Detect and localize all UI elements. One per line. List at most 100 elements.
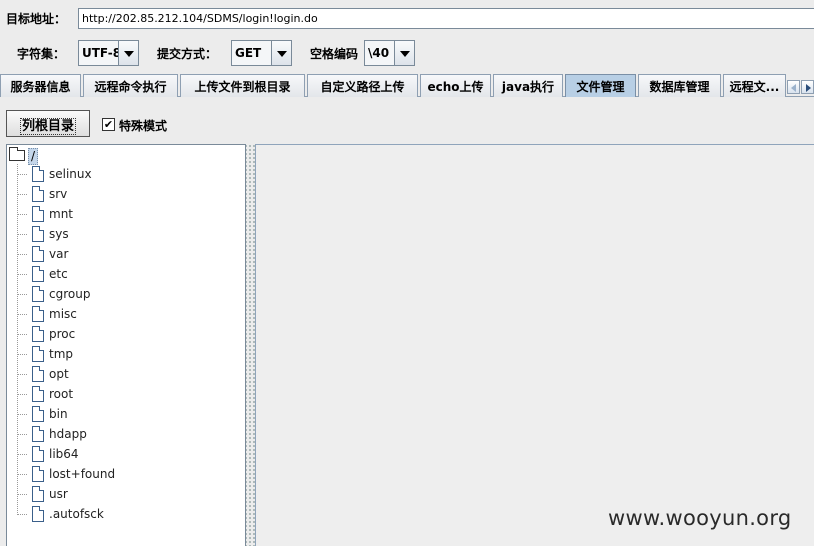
tree-item[interactable]: tmp — [17, 345, 237, 365]
tree-item-label: proc — [49, 327, 76, 341]
file-icon — [32, 366, 44, 382]
tab-custom-path-upload[interactable]: 自定义路径上传 — [307, 74, 418, 97]
tree-connector — [17, 414, 27, 415]
tree-connector — [17, 374, 27, 375]
tree-connector — [17, 394, 27, 395]
tree-item[interactable]: .autofsck — [17, 505, 237, 525]
tab-echo-upload[interactable]: echo上传 — [420, 74, 491, 97]
file-icon — [32, 326, 44, 342]
tree-item[interactable]: lost+found — [17, 465, 237, 485]
space-encoding-select[interactable]: \40 — [364, 40, 415, 66]
tab-database-manager[interactable]: 数据库管理 — [638, 74, 721, 97]
tree-connector — [17, 354, 27, 355]
file-icon — [32, 406, 44, 422]
tree-item-label: var — [49, 247, 69, 261]
tree-item-label: lost+found — [49, 467, 116, 481]
file-icon — [32, 386, 44, 402]
tree-item-label: usr — [49, 487, 68, 501]
tree-item-label: sys — [49, 227, 69, 241]
file-icon — [32, 486, 44, 502]
tree-connector — [17, 334, 27, 335]
file-icon — [32, 446, 44, 462]
tab-bar: 服务器信息 远程命令执行 上传文件到根目录 自定义路径上传 echo上传 jav… — [0, 74, 814, 97]
tree-connector — [17, 274, 27, 275]
tab-remote-file[interactable]: 远程文... — [723, 74, 786, 97]
tab-file-manager[interactable]: 文件管理 — [565, 74, 636, 97]
tree-item[interactable]: misc — [17, 305, 237, 325]
tree-item[interactable]: proc — [17, 325, 237, 345]
tab-server-info[interactable]: 服务器信息 — [0, 74, 81, 97]
tree-item[interactable]: var — [17, 245, 237, 265]
file-icon — [32, 266, 44, 282]
special-mode-checkbox[interactable]: ✔ — [102, 118, 115, 131]
tree-item[interactable]: opt — [17, 365, 237, 385]
file-icon — [32, 286, 44, 302]
file-icon — [32, 166, 44, 182]
space-encoding-value: \40 — [365, 41, 394, 65]
tree-item-label: bin — [49, 407, 68, 421]
tree-connector — [17, 474, 27, 475]
tab-java-exec[interactable]: java执行 — [493, 74, 563, 97]
tree-connector — [17, 214, 27, 215]
tree-connector — [17, 314, 27, 315]
tree-connector — [17, 194, 27, 195]
file-content-pane — [255, 144, 814, 546]
url-input[interactable]: http://202.85.212.104/SDMS/login!login.d… — [78, 8, 814, 29]
file-icon — [32, 506, 44, 522]
tree-item-label: root — [49, 387, 74, 401]
tree-connector — [17, 494, 27, 495]
file-icon — [32, 186, 44, 202]
tree-item-label: .autofsck — [49, 507, 104, 521]
tab-upload-to-root[interactable]: 上传文件到根目录 — [180, 74, 305, 97]
tree-item[interactable]: sys — [17, 225, 237, 245]
special-mode-label: 特殊模式 — [119, 119, 168, 133]
charset-label: 字符集： — [17, 47, 66, 61]
tree-item[interactable]: bin — [17, 405, 237, 425]
list-root-label: 列根目录 — [19, 118, 76, 135]
tree-item[interactable]: lib64 — [17, 445, 237, 465]
tree-connector — [17, 434, 27, 435]
tree-item[interactable]: selinux — [17, 165, 237, 185]
tree-connector — [17, 254, 27, 255]
tree-item-label: opt — [49, 367, 69, 381]
file-icon — [32, 466, 44, 482]
chevron-down-icon[interactable] — [271, 41, 291, 65]
chevron-down-icon[interactable] — [118, 41, 138, 65]
split-pane-divider[interactable] — [246, 144, 255, 546]
scroll-right-icon[interactable] — [801, 80, 814, 94]
file-icon — [32, 346, 44, 362]
tree-item[interactable]: cgroup — [17, 285, 237, 305]
method-label: 提交方式： — [157, 47, 218, 61]
chevron-down-icon[interactable] — [394, 41, 414, 65]
tree-item[interactable]: srv — [17, 185, 237, 205]
tree-root-label: / — [28, 148, 39, 165]
tree-item[interactable]: mnt — [17, 205, 237, 225]
tree-item-label: cgroup — [49, 287, 91, 301]
tree-item-label: srv — [49, 187, 68, 201]
tree-item[interactable]: root — [17, 385, 237, 405]
tree-item[interactable]: hdapp — [17, 425, 237, 445]
method-select[interactable]: GET — [231, 40, 292, 66]
folder-icon — [9, 147, 25, 161]
file-toolbar: 列根目录 ✔ 特殊模式 — [0, 108, 814, 140]
tree-connector — [17, 174, 27, 175]
tree-connector — [17, 514, 27, 515]
tree-item[interactable]: usr — [17, 485, 237, 505]
tree-item[interactable]: etc — [17, 265, 237, 285]
tree-item-label: etc — [49, 267, 68, 281]
charset-select[interactable]: UTF-8 — [78, 40, 139, 66]
tree-item-label: lib64 — [49, 447, 79, 461]
directory-tree[interactable]: / selinux srv mnt sys var etc cgroup misc proc tm… — [6, 144, 246, 546]
method-value: GET — [232, 41, 271, 65]
scroll-left-icon[interactable] — [787, 80, 800, 94]
file-icon — [32, 246, 44, 262]
options-row: 字符集： UTF-8 提交方式： GET 空格编码 \40 — [0, 40, 814, 66]
list-root-button[interactable]: 列根目录 — [6, 110, 90, 137]
tree-connector — [17, 294, 27, 295]
url-label: 目标地址： — [6, 12, 67, 26]
tree-item-label: selinux — [49, 167, 92, 181]
tab-remote-command[interactable]: 远程命令执行 — [83, 74, 178, 97]
file-icon — [32, 306, 44, 322]
file-icon — [32, 226, 44, 242]
space-encoding-label: 空格编码 — [310, 47, 359, 61]
